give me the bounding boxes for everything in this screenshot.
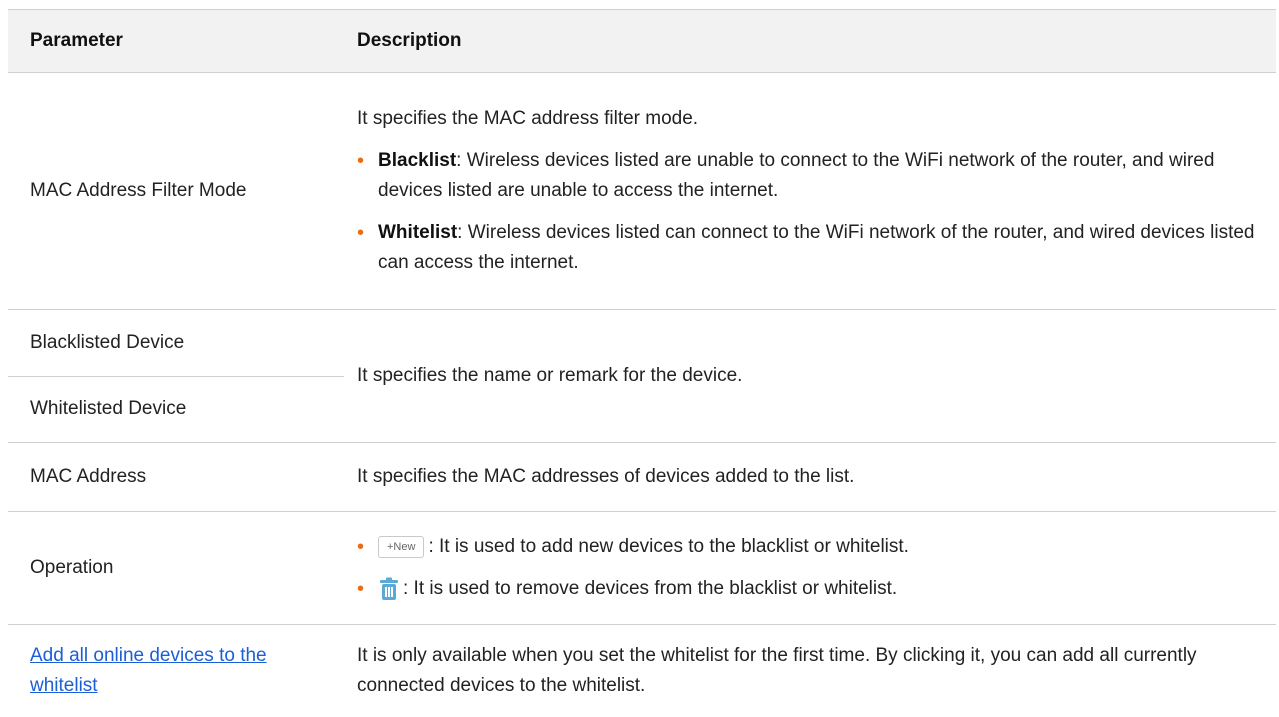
param-description: It is only available when you set the wh… [344, 625, 1276, 717]
param-name: Whitelisted Device [30, 377, 344, 443]
table-row: MAC Address Filter Mode It specifies the… [8, 73, 1276, 310]
bullet-icon: • [357, 532, 378, 562]
param-name: Operation [8, 512, 344, 625]
list-item: • Whitelist: Wireless devices listed can… [357, 218, 1270, 278]
whitelist-term: Whitelist [378, 222, 457, 243]
param-description: It specifies the name or remark for the … [344, 310, 1276, 443]
param-description: It specifies the MAC addresses of device… [344, 443, 1276, 512]
table-row: Blacklisted Device Whitelisted Device It… [8, 310, 1276, 443]
list-item: • : It is used to remove devices [357, 574, 1270, 604]
param-description: • +New: It is used to add new devices to… [344, 512, 1276, 625]
bullet-icon: • [357, 218, 378, 278]
new-button[interactable]: +New [378, 536, 424, 558]
table-row: MAC Address It specifies the MAC address… [8, 443, 1276, 512]
bullet-icon: • [357, 146, 378, 206]
blacklist-term: Blacklist [378, 150, 456, 171]
delete-desc: : It is used to remove devices from the … [403, 578, 897, 599]
mode-intro: It specifies the MAC address filter mode… [357, 104, 1270, 134]
param-name: Blacklisted Device [8, 310, 344, 377]
blacklist-text: : Wireless devices listed are unable to … [378, 150, 1214, 201]
param-name: MAC Address [8, 443, 344, 512]
list-item: • +New: It is used to add new devices to… [357, 532, 1270, 562]
param-description: It specifies the MAC address filter mode… [344, 73, 1276, 310]
table-row: Add all online devices to the whitelist … [8, 625, 1276, 717]
param-name-cell: Blacklisted Device Whitelisted Device [8, 310, 344, 443]
add-all-online-devices-link[interactable]: Add all online devices to the whitelist [30, 645, 267, 696]
header-parameter: Parameter [8, 10, 344, 73]
list-item: • Blacklist: Wireless devices listed are… [357, 146, 1270, 206]
parameter-table: Parameter Description MAC Address Filter… [8, 9, 1276, 717]
table-header-row: Parameter Description [8, 10, 1276, 73]
table-row: Operation • +New: It is used to add new … [8, 512, 1276, 625]
bullet-icon: • [357, 574, 378, 604]
new-button-desc: : It is used to add new devices to the b… [428, 536, 909, 557]
param-name: MAC Address Filter Mode [8, 73, 344, 310]
header-description: Description [344, 10, 1276, 73]
trash-icon[interactable] [378, 577, 400, 601]
param-name-cell: Add all online devices to the whitelist [8, 625, 344, 717]
whitelist-text: : Wireless devices listed can connect to… [378, 222, 1254, 273]
